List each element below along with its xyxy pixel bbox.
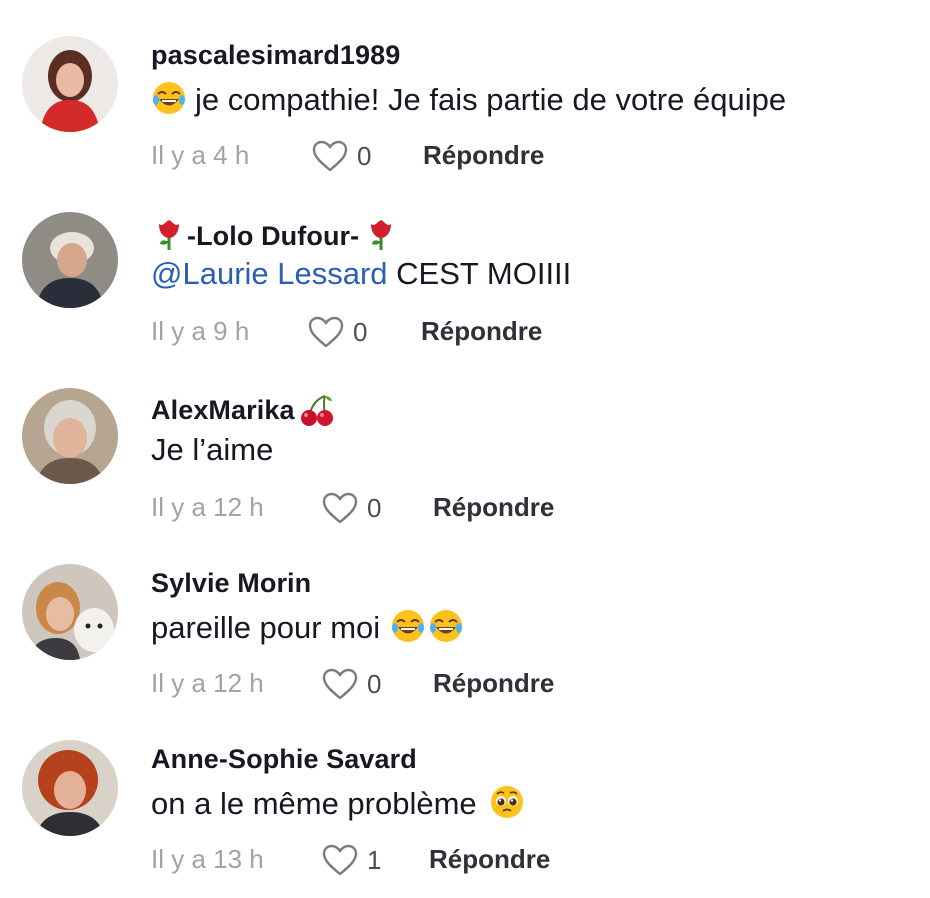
like-count: 0 <box>367 668 382 699</box>
heart-icon <box>312 140 348 172</box>
avatar[interactable] <box>22 212 118 308</box>
comment-item: pascalesimard1989 je compathie! Je fais … <box>0 0 930 176</box>
laughing-tears-emoji <box>390 608 426 644</box>
reply-button[interactable]: Répondre <box>423 140 544 171</box>
author-name: AlexMarika <box>151 395 295 425</box>
comment-item: Anne-Sophie Savard on a le même problème… <box>0 704 930 880</box>
comment-time: Il y a 9 h <box>151 316 250 346</box>
comment-author[interactable]: -Lolo Dufour- <box>151 216 399 252</box>
reply-button[interactable]: Répondre <box>421 316 542 347</box>
comment-meta: Il y a 13 h 1 Répondre <box>151 842 911 878</box>
avatar[interactable] <box>22 564 118 660</box>
like-count: 1 <box>367 844 382 875</box>
comment-text: Je l’aime <box>151 432 274 467</box>
like-button[interactable]: 0 <box>321 666 381 702</box>
cherries-emoji <box>299 392 335 428</box>
comment-item: -Lolo Dufour- @Laurie Lessard CEST MOIII… <box>0 176 930 352</box>
like-button[interactable]: 1 <box>321 842 381 878</box>
like-button[interactable]: 0 <box>321 490 381 526</box>
rose-emoji <box>151 216 187 252</box>
avatar[interactable] <box>22 388 118 484</box>
comment-author[interactable]: Sylvie Morin <box>151 568 311 599</box>
avatar[interactable] <box>22 740 118 836</box>
comment-time: Il y a 4 h <box>151 140 250 170</box>
like-count: 0 <box>353 316 368 347</box>
like-button[interactable]: 0 <box>311 138 371 174</box>
like-count: 0 <box>357 140 372 171</box>
reply-button[interactable]: Répondre <box>429 844 550 875</box>
rose-emoji <box>363 216 399 252</box>
heart-icon <box>308 316 344 348</box>
comment-text-body: je compathie! Je fais partie de votre éq… <box>195 82 787 117</box>
like-count: 0 <box>367 492 382 523</box>
heart-icon <box>322 668 358 700</box>
comment-text: pareille pour moi <box>151 608 464 646</box>
avatar[interactable] <box>22 36 118 132</box>
comment-text: on a le même problème <box>151 784 525 822</box>
comment-meta: Il y a 12 h 0 Répondre <box>151 666 911 702</box>
comment-item: Sylvie Morin pareille pour moi Il y a 12… <box>0 528 930 704</box>
comment-text: @Laurie Lessard CEST MOIIII <box>151 256 571 292</box>
comment-text-body: on a le même problème <box>151 786 477 821</box>
comment-time: Il y a 13 h <box>151 844 264 874</box>
reply-button[interactable]: Répondre <box>433 492 554 523</box>
comment-author[interactable]: pascalesimard1989 <box>151 40 400 71</box>
comment-author[interactable]: AlexMarika <box>151 392 335 428</box>
pleading-face-emoji <box>489 784 525 820</box>
comment-time: Il y a 12 h <box>151 668 264 698</box>
like-button[interactable]: 0 <box>307 314 367 350</box>
laughing-tears-emoji <box>428 608 464 644</box>
reply-button[interactable]: Répondre <box>433 668 554 699</box>
comment-time: Il y a 12 h <box>151 492 264 522</box>
heart-icon <box>322 492 358 524</box>
comment-author[interactable]: Anne-Sophie Savard <box>151 744 417 775</box>
comment-meta: Il y a 4 h 0 Répondre <box>151 138 911 174</box>
heart-icon <box>322 844 358 876</box>
mention-link[interactable]: @Laurie Lessard <box>151 256 388 291</box>
comment-meta: Il y a 9 h 0 Répondre <box>151 314 911 350</box>
comment-item: AlexMarika Je l’aime Il y a 12 h 0 Répon… <box>0 352 930 528</box>
author-name: -Lolo Dufour- <box>187 221 360 251</box>
comment-text-body: CEST MOIIII <box>387 256 572 291</box>
comment-text: je compathie! Je fais partie de votre éq… <box>151 80 786 118</box>
comment-meta: Il y a 12 h 0 Répondre <box>151 490 911 526</box>
comment-text-body: pareille pour moi <box>151 610 381 645</box>
laughing-tears-emoji <box>151 80 187 116</box>
